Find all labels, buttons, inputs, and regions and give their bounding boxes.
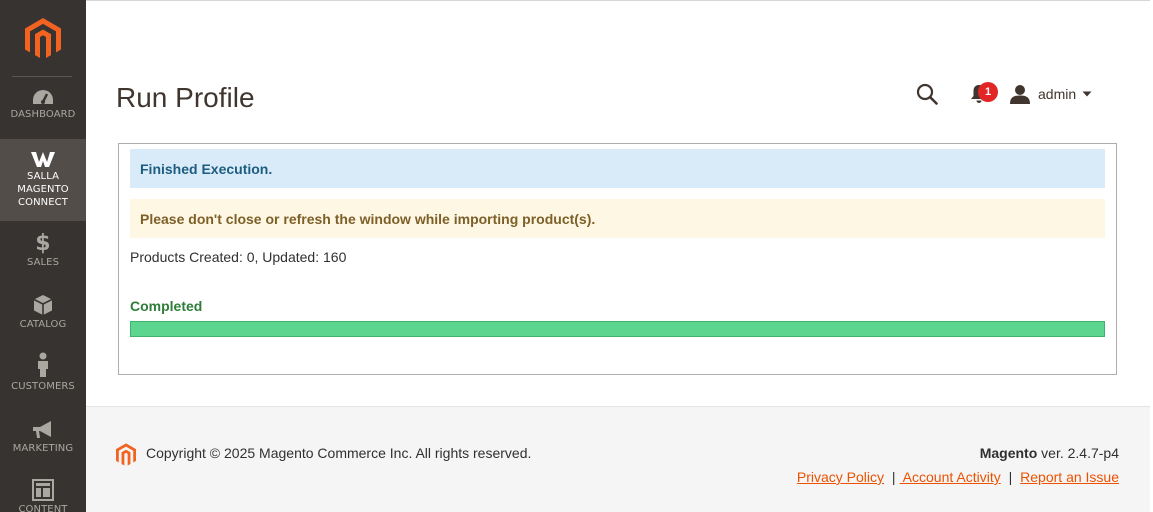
privacy-policy-link[interactable]: Privacy Policy bbox=[797, 469, 884, 485]
admin-username: admin bbox=[1038, 86, 1077, 102]
box-icon bbox=[33, 294, 53, 316]
account-activity-link[interactable]: Account Activity bbox=[900, 469, 1001, 485]
footer-links: Privacy Policy | Account Activity | Repo… bbox=[797, 469, 1119, 485]
link-separator: | bbox=[1008, 469, 1013, 485]
progress-bar-fill bbox=[131, 322, 1104, 336]
sidebar-item-label: Marketing bbox=[12, 443, 74, 454]
main-content: Run Profile 1 admin Finished Execution. … bbox=[86, 0, 1153, 512]
layout-icon bbox=[32, 479, 54, 501]
salla-icon bbox=[30, 150, 56, 168]
sidebar-item-catalog[interactable]: Catalog bbox=[0, 294, 86, 334]
search-icon bbox=[916, 83, 938, 105]
version-number: ver. 2.4.7-p4 bbox=[1037, 445, 1119, 461]
sidebar-item-customers[interactable]: Customers bbox=[0, 352, 86, 396]
copyright-text: Copyright © 2025 Magento Commerce Inc. A… bbox=[146, 445, 532, 461]
dollar-icon: $ bbox=[35, 230, 51, 256]
product-counts: Products Created: 0, Updated: 160 bbox=[130, 249, 347, 265]
top-divider bbox=[86, 0, 1150, 1]
megaphone-icon bbox=[31, 420, 55, 440]
user-icon bbox=[1010, 84, 1030, 104]
magento-logo-icon bbox=[25, 17, 61, 58]
chevron-down-icon bbox=[1082, 91, 1092, 97]
status-label: Completed bbox=[130, 298, 203, 314]
brand-name: Magento bbox=[979, 445, 1038, 461]
sidebar-item-label: Catalog bbox=[19, 319, 67, 330]
warning-message: Please don't close or refresh the window… bbox=[130, 199, 1105, 238]
sidebar-item-label: Sales bbox=[26, 257, 60, 268]
dashboard-icon bbox=[31, 88, 55, 106]
magento-logo[interactable] bbox=[0, 0, 86, 77]
info-message: Finished Execution. bbox=[130, 149, 1105, 188]
notifications-count-badge: 1 bbox=[978, 82, 998, 102]
run-profile-panel: Finished Execution. Please don't close o… bbox=[118, 143, 1117, 375]
sidebar-item-content[interactable]: Content bbox=[0, 479, 86, 512]
sidebar-item-label: Salla Magento Connect bbox=[17, 171, 69, 208]
sidebar-item-sales[interactable]: $ Sales bbox=[0, 232, 86, 272]
header-actions: 1 admin bbox=[912, 80, 1092, 108]
global-search-button[interactable] bbox=[912, 80, 942, 108]
progress-bar bbox=[130, 321, 1105, 337]
sidebar-item-dashboard[interactable]: Dashboard bbox=[0, 88, 86, 128]
sidebar-item-salla-magento-connect[interactable]: Salla Magento Connect bbox=[0, 139, 86, 221]
page-footer: Copyright © 2025 Magento Commerce Inc. A… bbox=[86, 406, 1150, 512]
report-issue-link[interactable]: Report an Issue bbox=[1020, 469, 1119, 485]
notifications-button[interactable]: 1 bbox=[964, 80, 998, 108]
link-separator: | bbox=[891, 469, 896, 485]
person-icon bbox=[36, 352, 50, 378]
sidebar-item-label: Dashboard bbox=[10, 109, 76, 120]
sidebar-item-marketing[interactable]: Marketing bbox=[0, 420, 86, 460]
magento-footer-logo-icon bbox=[116, 443, 136, 471]
sidebar-item-label: Customers bbox=[11, 381, 75, 392]
page-title: Run Profile bbox=[116, 82, 255, 113]
sidebar-item-label: Content bbox=[18, 504, 68, 512]
admin-user-menu[interactable]: admin bbox=[1010, 84, 1092, 104]
admin-sidebar: Dashboard Salla Magento Connect $ Sales … bbox=[0, 0, 86, 512]
version-info: Magento ver. 2.4.7-p4 bbox=[980, 445, 1119, 461]
